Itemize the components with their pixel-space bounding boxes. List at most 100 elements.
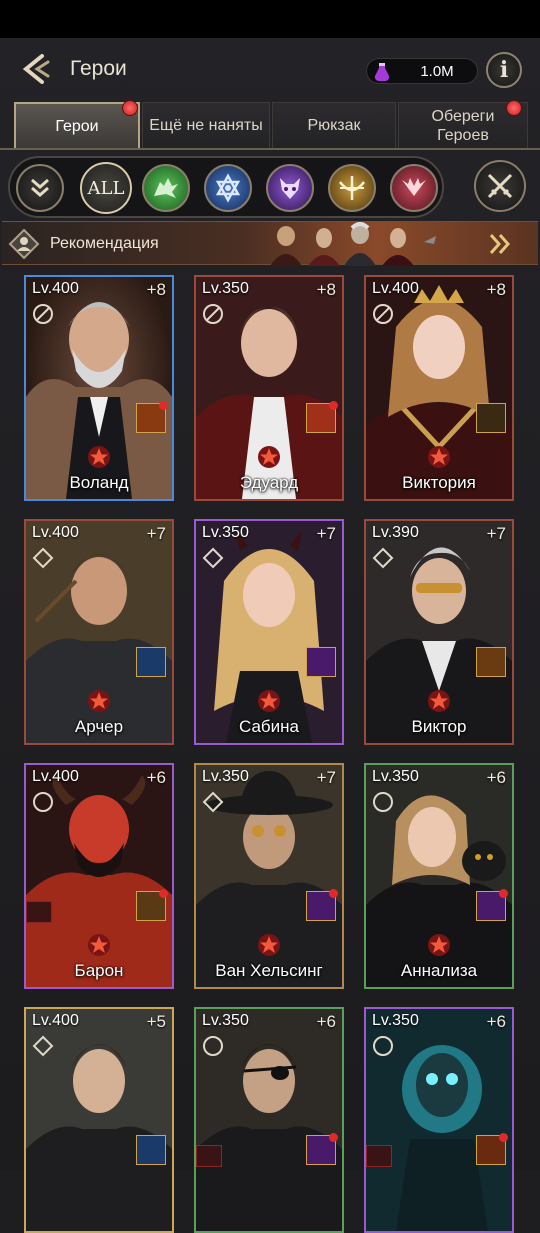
hero-level: Lv.350 (202, 280, 249, 297)
equipment-alert-dot (499, 1133, 508, 1142)
faction-flag-icon (26, 901, 52, 923)
equipment-alert-dot (329, 401, 338, 410)
hero-level: Lv.350 (372, 768, 419, 785)
faction-flag-icon (196, 1145, 222, 1167)
tab-label: Ещё не наняты (149, 117, 263, 134)
filter-wolf-button[interactable] (142, 164, 190, 212)
hero-card[interactable]: Lv.350 +8 Эдуард (194, 275, 344, 501)
hero-level: Lv.400 (32, 280, 79, 297)
class-emblem-icon (202, 547, 224, 569)
hero-name: Ван Хельсинг (215, 961, 323, 980)
double-chevron-right-icon (489, 234, 511, 254)
hero-card[interactable]: Lv.390 +7 Виктор (364, 519, 514, 745)
double-chevron-down-icon (31, 178, 49, 197)
equipment-alert-dot (329, 889, 338, 898)
heroes-screen: Герои 1.0M i Герои Ещё не наняты Рюкзак … (0, 38, 540, 1233)
star-icon (428, 690, 450, 712)
status-bar (0, 0, 540, 38)
back-button[interactable] (18, 51, 54, 87)
equipment-slot[interactable] (136, 889, 168, 921)
class-emblem-icon (202, 791, 224, 813)
hero-star-plus: +6 (316, 1012, 336, 1031)
class-emblem-icon (203, 1036, 223, 1056)
class-emblem-icon (32, 547, 54, 569)
tab-backpack[interactable]: Рюкзак (272, 102, 396, 148)
equipment-alert-dot (499, 889, 508, 898)
faction-flag-icon (366, 1145, 392, 1167)
hero-card[interactable]: Lv.350 +6 (194, 1007, 344, 1233)
hero-name: Воланд (69, 473, 129, 492)
recommendation-icon (8, 228, 40, 260)
star-icon (428, 934, 450, 956)
hero-star-plus: +6 (486, 768, 506, 787)
class-emblem-icon (372, 547, 394, 569)
equipment-alert-dot (329, 1133, 338, 1142)
hero-star-plus: +8 (146, 280, 166, 299)
hero-level: Lv.400 (32, 768, 79, 785)
wolf-icon (154, 178, 178, 198)
info-button[interactable]: i (486, 52, 522, 88)
hero-card[interactable]: Lv.350 +7 Ван Хельсинг (194, 763, 344, 989)
star-icon (258, 934, 280, 956)
class-emblem-icon (32, 1035, 54, 1057)
hero-card[interactable]: Lv.400 +8 Воланд (24, 275, 174, 501)
collapse-filter-button[interactable] (16, 164, 64, 212)
tab-label: Рюкзак (307, 117, 361, 134)
tab-bar: Герои Ещё не наняты Рюкзак Обереги Герое… (0, 100, 540, 150)
hero-star-plus: +7 (316, 524, 336, 543)
battle-formation-button[interactable] (474, 160, 526, 212)
equipment-slot[interactable] (476, 647, 506, 677)
hero-star-plus: +6 (486, 1012, 506, 1031)
hero-name: Сабина (239, 717, 299, 736)
recommendation-banner[interactable]: Рекомендация (2, 221, 538, 266)
class-emblem-icon (203, 304, 223, 324)
back-arrow-icon (22, 54, 50, 84)
hero-name: Арчер (74, 717, 124, 736)
hero-card[interactable]: Lv.400 +8 Виктория (364, 275, 514, 501)
equipment-slot[interactable] (136, 647, 166, 677)
hero-level: Lv.350 (372, 1012, 419, 1029)
filter-crossbow-button[interactable] (328, 164, 376, 212)
equipment-slot[interactable] (476, 889, 508, 921)
star-icon (88, 690, 110, 712)
hero-name: Виктория (402, 473, 476, 492)
equipment-alert-dot (159, 401, 168, 410)
equipment-slot[interactable] (476, 1133, 508, 1165)
equipment-slot[interactable] (136, 401, 168, 433)
filter-all-button[interactable]: ALL (80, 162, 132, 214)
filter-vampire-button[interactable] (390, 164, 438, 212)
hero-level: Lv.350 (202, 1012, 249, 1029)
tab-label: Герои (55, 117, 99, 135)
hero-name: Аннализа (400, 961, 478, 980)
star-icon (258, 690, 280, 712)
potion-icon (374, 63, 390, 82)
hero-star-plus: +5 (146, 1012, 166, 1031)
tab-charms-badge (506, 100, 522, 116)
hero-name: Барон (74, 961, 124, 980)
equipment-alert-dot (159, 889, 168, 898)
tab-not-hired[interactable]: Ещё не наняты (142, 102, 270, 148)
filter-demon-button[interactable] (266, 164, 314, 212)
equipment-slot[interactable] (476, 403, 506, 433)
hero-card[interactable]: Lv.350 +7 Сабина (194, 519, 344, 745)
class-emblem-icon (373, 304, 393, 324)
currency-display[interactable]: 1.0M (366, 58, 478, 84)
hero-card[interactable]: Lv.350 +6 (364, 1007, 514, 1233)
hero-card[interactable]: Lv.400 +6 Барон (24, 763, 174, 989)
filter-star-button[interactable] (204, 164, 252, 212)
hero-level: Lv.400 (372, 280, 419, 297)
equipment-slot[interactable] (306, 1133, 338, 1165)
crossbow-icon (339, 176, 365, 200)
hero-level: Lv.400 (32, 1012, 79, 1029)
vampire-wings-icon (402, 178, 426, 196)
equipment-slot[interactable] (136, 1135, 166, 1165)
equipment-slot[interactable] (306, 647, 336, 677)
star-icon (88, 934, 110, 956)
hero-level: Lv.390 (372, 524, 419, 541)
equipment-slot[interactable] (306, 889, 338, 921)
hero-card[interactable]: Lv.400 +7 Арчер (24, 519, 174, 745)
equipment-slot[interactable] (306, 401, 338, 433)
hero-star-plus: +7 (316, 768, 336, 787)
hero-card[interactable]: Lv.400 +5 (24, 1007, 174, 1233)
hero-card[interactable]: Lv.350 +6 Аннализа (364, 763, 514, 989)
